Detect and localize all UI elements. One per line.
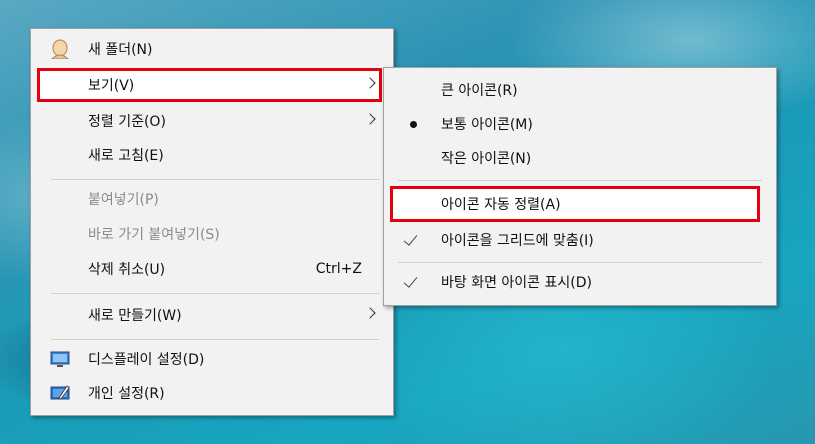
menu-item-label: 개인 설정(R) [88, 386, 165, 402]
menu-item-display-settings[interactable]: 디스플레이 설정(D) [34, 343, 390, 375]
menu-item-label: 아이콘 자동 정렬(A) [441, 197, 561, 213]
menu-separator [398, 180, 762, 181]
checkmark-icon [403, 231, 418, 246]
menu-item-label: 붙여넣기(P) [88, 192, 159, 208]
view-submenu: 큰 아이콘(R) 보통 아이콘(M) 작은 아이콘(N) 아이콘 자동 정렬(A… [383, 67, 777, 306]
user-avatar-icon [51, 39, 69, 59]
menu-item-label: 보통 아이콘(M) [441, 117, 533, 133]
submenu-item-medium-icons[interactable]: 보통 아이콘(M) [387, 108, 773, 140]
menu-item-label: 아이콘을 그리드에 맞춤(I) [441, 233, 594, 249]
chevron-right-icon [364, 77, 376, 89]
menu-item-shortcut: Ctrl+Z [315, 261, 362, 277]
menu-item-label: 새 폴더(N) [88, 42, 153, 58]
menu-item-label: 정렬 기준(O) [88, 114, 166, 130]
menu-item-new-folder[interactable]: 새 폴더(N) [34, 33, 390, 65]
menu-item-label: 보기(V) [88, 78, 135, 94]
menu-item-new[interactable]: 새로 만들기(W) [34, 299, 390, 331]
menu-item-label: 디스플레이 설정(D) [88, 352, 205, 368]
submenu-item-large-icons[interactable]: 큰 아이콘(R) [387, 74, 773, 106]
submenu-item-align-to-grid[interactable]: 아이콘을 그리드에 맞춤(I) [387, 224, 773, 256]
menu-item-label: 바탕 화면 아이콘 표시(D) [441, 275, 592, 291]
chevron-right-icon [364, 113, 376, 125]
submenu-item-small-icons[interactable]: 작은 아이콘(N) [387, 142, 773, 174]
menu-separator [51, 293, 379, 294]
submenu-item-show-desktop-icons[interactable]: 바탕 화면 아이콘 표시(D) [387, 266, 773, 298]
desktop-context-menu: 새 폴더(N) 보기(V) 정렬 기준(O) 새로 고침(E) 붙여넣기(P) … [30, 28, 394, 416]
menu-item-label: 삭제 취소(U) [88, 262, 166, 278]
personalize-icon [50, 385, 70, 400]
chevron-right-icon [364, 307, 376, 319]
menu-item-label: 새로 고침(E) [88, 148, 164, 164]
menu-item-label: 바로 가기 붙여넣기(S) [88, 227, 220, 243]
menu-item-label: 큰 아이콘(R) [441, 83, 518, 99]
menu-item-paste[interactable]: 붙여넣기(P) [34, 183, 390, 215]
submenu-item-auto-arrange[interactable]: 아이콘 자동 정렬(A) [387, 188, 773, 220]
menu-item-personalize[interactable]: 개인 설정(R) [34, 377, 390, 409]
menu-item-sort-by[interactable]: 정렬 기준(O) [34, 105, 390, 137]
menu-separator [51, 339, 379, 340]
checkmark-icon [403, 273, 418, 288]
menu-item-label: 작은 아이콘(N) [441, 151, 532, 167]
menu-item-paste-shortcut[interactable]: 바로 가기 붙여넣기(S) [34, 218, 390, 250]
menu-item-label: 새로 만들기(W) [88, 308, 182, 324]
selected-bullet-icon [410, 121, 417, 128]
menu-item-undo-delete[interactable]: 삭제 취소(U) Ctrl+Z [34, 253, 390, 285]
display-icon [50, 351, 70, 367]
menu-separator [51, 179, 379, 180]
menu-item-view[interactable]: 보기(V) [34, 69, 390, 101]
menu-separator [398, 262, 762, 263]
menu-item-refresh[interactable]: 새로 고침(E) [34, 139, 390, 171]
